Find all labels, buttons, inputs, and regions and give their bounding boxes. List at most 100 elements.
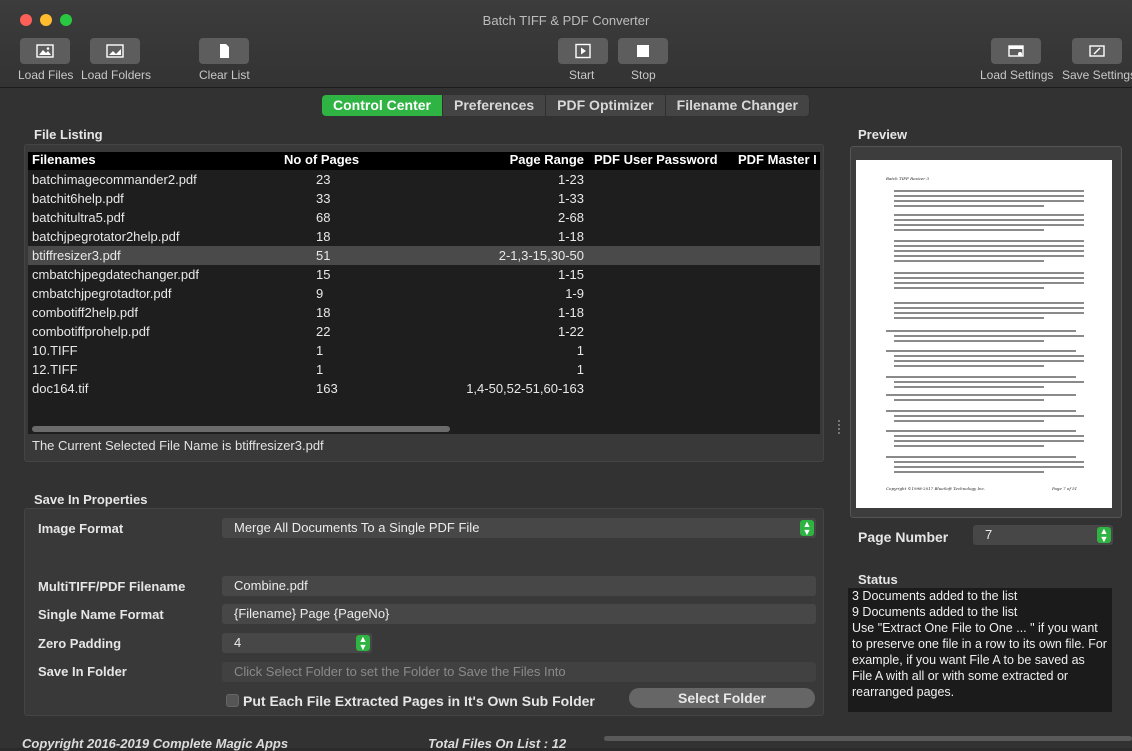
cell-filename: 10.TIFF	[32, 343, 78, 358]
preview-text-line	[894, 250, 1084, 252]
clear-list-button[interactable]	[199, 38, 249, 64]
table-row[interactable]: btiffresizer3.pdf 51 2-1,3-15,30-50	[28, 246, 820, 265]
chevron-updown-icon: ▲ ▼	[1097, 527, 1111, 544]
preview-text-line	[894, 195, 1084, 197]
preview-text-line	[894, 471, 1044, 473]
app-window: Batch TIFF & PDF Converter Load Files Lo…	[0, 0, 1132, 751]
preview-page-footer-right: Page 7 of 51	[1052, 486, 1078, 491]
preview-text-line	[894, 340, 1044, 342]
cell-pages: 22	[316, 324, 331, 339]
tab-control-center[interactable]: Control Center	[322, 95, 443, 116]
preview-text-line	[894, 386, 1044, 388]
preview-text-line	[894, 399, 1044, 401]
column-header-user-password[interactable]: PDF User Password	[594, 152, 734, 167]
cell-page-range: 1	[576, 343, 584, 358]
stop-label: Stop	[631, 68, 656, 82]
settings-load-icon	[1008, 45, 1024, 57]
cell-pages: 51	[316, 248, 331, 263]
tab-preferences[interactable]: Preferences	[443, 95, 547, 116]
document-icon	[220, 44, 229, 58]
preview-page-image: Batch TIFF Resizer 3 Copyright ©1998-201…	[856, 160, 1112, 508]
cell-filename: cmbatchjpegdatechanger.pdf	[32, 267, 199, 282]
preview-text-line	[894, 355, 1084, 357]
cell-pages: 9	[316, 286, 324, 301]
subfolder-checkbox[interactable]	[226, 694, 239, 707]
zero-padding-label: Zero Padding	[38, 636, 122, 651]
column-header-pages[interactable]: No of Pages	[284, 152, 384, 167]
table-row[interactable]: batchitultra5.pdf 68 2-68	[28, 208, 820, 227]
preview-text-line	[894, 287, 1044, 289]
table-row[interactable]: batchjpegrotator2help.pdf 18 1-18	[28, 227, 820, 246]
table-row[interactable]: cmbatchjpegdatechanger.pdf 15 1-15	[28, 265, 820, 284]
table-header: Filenames No of Pages Page Range PDF Use…	[28, 152, 820, 170]
splitter-handle[interactable]	[838, 420, 840, 434]
horizontal-scrollbar[interactable]	[32, 426, 450, 432]
save-folder-input[interactable]: Click Select Folder to set the Folder to…	[222, 662, 816, 682]
status-title: Status	[858, 572, 898, 587]
settings-save-icon	[1089, 45, 1105, 57]
status-log: 3 Documents added to the list 9 Document…	[848, 588, 1112, 712]
table-row[interactable]: combotiff2help.pdf 18 1-18	[28, 303, 820, 322]
preview-text-line	[894, 335, 1084, 337]
table-row[interactable]: combotiffprohelp.pdf 22 1-22	[28, 322, 820, 341]
table-row[interactable]: doc164.tif 163 1,4-50,52-51,60-163	[28, 379, 820, 398]
column-header-master-password[interactable]: PDF Master I	[738, 152, 820, 167]
start-button[interactable]	[558, 38, 608, 64]
preview-text-line	[894, 200, 1084, 202]
cell-pages: 18	[316, 229, 331, 244]
column-header-page-range[interactable]: Page Range	[418, 152, 584, 167]
current-selected-file: The Current Selected File Name is btiffr…	[32, 438, 324, 453]
preview-text-line	[894, 381, 1084, 383]
column-header-filenames[interactable]: Filenames	[32, 152, 282, 167]
preview-text-line	[894, 245, 1084, 247]
cell-pages: 1	[316, 362, 324, 377]
tab-filename-changer[interactable]: Filename Changer	[665, 95, 811, 116]
tab-bar: Control Center Preferences PDF Optimizer…	[322, 95, 811, 116]
image-format-select[interactable]: Merge All Documents To a Single PDF File…	[222, 518, 816, 538]
load-settings-label: Load Settings	[980, 68, 1054, 82]
multitiff-filename-input[interactable]: Combine.pdf	[222, 576, 816, 596]
file-table[interactable]: Filenames No of Pages Page Range PDF Use…	[28, 152, 820, 434]
zero-padding-select[interactable]: 4 ▲ ▼	[222, 633, 372, 653]
preview-text-line	[886, 350, 1076, 352]
table-row[interactable]: 10.TIFF 1 1	[28, 341, 820, 360]
chevron-updown-icon: ▲ ▼	[356, 635, 370, 652]
preview-text-line	[886, 456, 1076, 458]
single-name-format-input[interactable]: {Filename} Page {PageNo}	[222, 604, 816, 624]
cell-filename: combotiff2help.pdf	[32, 305, 138, 320]
table-row[interactable]: cmbatchjpegrotadtor.pdf 9 1-9	[28, 284, 820, 303]
cell-filename: btiffresizer3.pdf	[32, 248, 121, 263]
load-files-label: Load Files	[18, 68, 74, 82]
preview-text-line	[894, 317, 1044, 319]
preview-text-line	[894, 240, 1084, 242]
status-line: Use "Extract One File to One ... " if yo…	[852, 621, 1107, 699]
preview-text-line	[886, 394, 1076, 396]
preview-text-line	[894, 461, 1084, 463]
load-settings-button[interactable]	[991, 38, 1041, 64]
tab-pdf-optimizer[interactable]: PDF Optimizer	[546, 95, 666, 116]
preview-text-line	[894, 260, 1044, 262]
preview-text-line	[894, 277, 1084, 279]
window-title: Batch TIFF & PDF Converter	[482, 13, 650, 28]
load-files-button[interactable]	[20, 38, 70, 64]
load-folders-label: Load Folders	[81, 68, 152, 82]
preview-text-line	[886, 330, 1076, 332]
cell-filename: combotiffprohelp.pdf	[32, 324, 150, 339]
load-folders-button[interactable]	[90, 38, 140, 64]
cell-pages: 68	[316, 210, 331, 225]
select-folder-button[interactable]: Select Folder	[629, 688, 815, 708]
stop-button[interactable]	[618, 38, 668, 64]
page-number-select[interactable]: 7 ▲ ▼	[973, 525, 1113, 545]
save-settings-label: Save Settings	[1062, 68, 1132, 82]
preview-text-line	[894, 190, 1084, 192]
save-settings-button[interactable]	[1072, 38, 1122, 64]
preview-text-line	[894, 360, 1084, 362]
table-row[interactable]: batchit6help.pdf 33 1-33	[28, 189, 820, 208]
cell-page-range: 1-15	[557, 267, 584, 282]
table-row[interactable]: batchimagecommander2.pdf 23 1-23	[28, 170, 820, 189]
table-row[interactable]: 12.TIFF 1 1	[28, 360, 820, 379]
cell-page-range: 2-1,3-15,30-50	[498, 248, 584, 263]
start-label: Start	[569, 68, 595, 82]
file-listing-title: File Listing	[34, 127, 103, 142]
stop-icon	[637, 45, 649, 57]
